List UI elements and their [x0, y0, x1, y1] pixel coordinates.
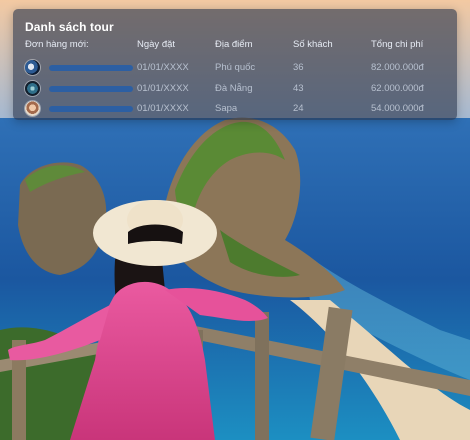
- header-guests: Số khách: [293, 39, 333, 50]
- order-location: Sapa: [215, 103, 238, 114]
- table-header: Đơn hàng mới: Ngày đặt Địa điểm Số khách…: [13, 39, 457, 55]
- table-row[interactable]: 01/01/XXXX Sapa 24 54.000.000đ: [13, 101, 457, 117]
- order-date: 01/01/XXXX: [137, 103, 189, 114]
- name-placeholder-bar: [49, 106, 133, 112]
- order-location: Đà Nẵng: [215, 83, 253, 94]
- avatar-icon: [25, 60, 40, 75]
- panel-title: Danh sách tour: [25, 20, 114, 34]
- tour-list-panel: Danh sách tour Đơn hàng mới: Ngày đặt Đị…: [13, 9, 457, 120]
- header-date: Ngày đặt: [137, 39, 176, 50]
- order-total: 62.000.000đ: [371, 83, 424, 94]
- avatar-icon: [25, 101, 40, 116]
- name-placeholder-bar: [49, 65, 133, 71]
- order-date: 01/01/XXXX: [137, 83, 189, 94]
- table-row[interactable]: 01/01/XXXX Đà Nẵng 43 62.000.000đ: [13, 81, 457, 97]
- avatar-icon: [25, 81, 40, 96]
- order-date: 01/01/XXXX: [137, 62, 189, 73]
- order-guests: 24: [293, 103, 304, 114]
- table-row[interactable]: 01/01/XXXX Phú quốc 36 82.000.000đ: [13, 60, 457, 76]
- header-total: Tổng chi phí: [371, 39, 424, 50]
- order-location: Phú quốc: [215, 62, 256, 73]
- order-total: 54.000.000đ: [371, 103, 424, 114]
- order-guests: 36: [293, 62, 304, 73]
- header-location: Địa điểm: [215, 39, 253, 50]
- order-guests: 43: [293, 83, 304, 94]
- header-new-orders: Đơn hàng mới:: [25, 39, 89, 50]
- name-placeholder-bar: [49, 86, 133, 92]
- order-total: 82.000.000đ: [371, 62, 424, 73]
